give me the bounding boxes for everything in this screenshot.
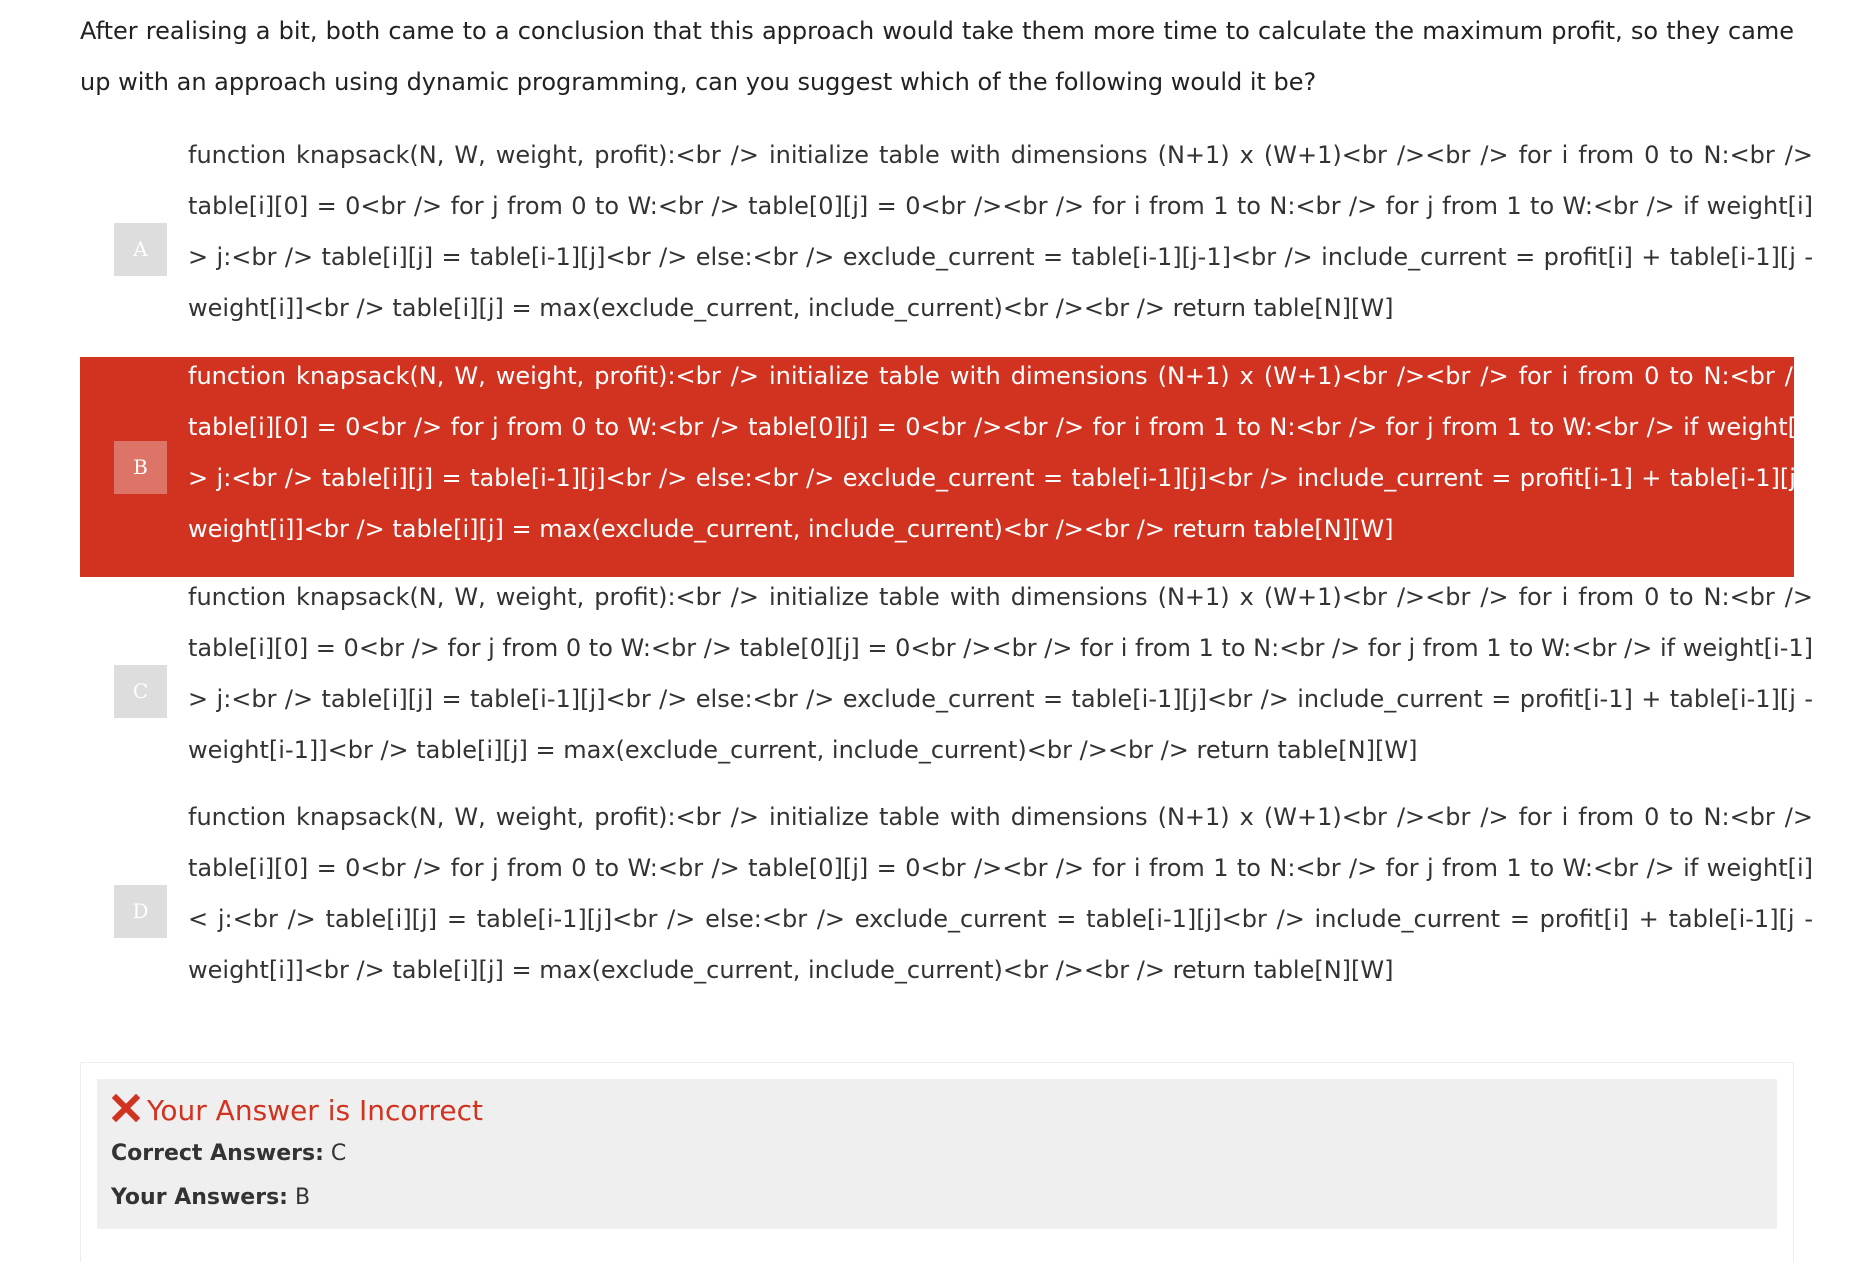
correct-answers-line: Correct Answers: C: [111, 1139, 346, 1169]
your-answers-label: Your Answers:: [111, 1185, 288, 1210]
option-letter-badge[interactable]: C: [114, 665, 167, 718]
option-a[interactable]: A function knapsack(N, W, weight, profit…: [80, 130, 1813, 350]
option-text[interactable]: function knapsack(N, W, weight, profit):…: [188, 572, 1813, 776]
option-d[interactable]: D function knapsack(N, W, weight, profit…: [80, 792, 1813, 1012]
option-b[interactable]: B function knapsack(N, W, weight, profit…: [80, 357, 1813, 577]
result-panel: Your Answer is Incorrect Correct Answers…: [80, 1062, 1794, 1262]
option-text[interactable]: function knapsack(N, W, weight, profit):…: [188, 351, 1813, 555]
option-text[interactable]: function knapsack(N, W, weight, profit):…: [188, 130, 1813, 334]
option-letter-badge[interactable]: B: [114, 441, 167, 494]
option-letter-badge[interactable]: D: [114, 885, 167, 938]
correct-answers-value: C: [330, 1141, 347, 1166]
option-text[interactable]: function knapsack(N, W, weight, profit):…: [188, 792, 1813, 996]
option-c[interactable]: C function knapsack(N, W, weight, profit…: [80, 572, 1813, 792]
option-letter-badge[interactable]: A: [114, 223, 167, 276]
close-x-icon: [111, 1093, 141, 1123]
result-box: Your Answer is Incorrect Correct Answers…: [97, 1079, 1777, 1229]
your-answers-line: Your Answers: B: [111, 1183, 310, 1213]
question-text: After realising a bit, both came to a co…: [80, 17, 1794, 96]
result-status: Your Answer is Incorrect: [111, 1091, 483, 1131]
correct-answers-label: Correct Answers:: [111, 1141, 324, 1166]
your-answers-value: B: [294, 1185, 311, 1210]
result-title: Your Answer is Incorrect: [147, 1094, 484, 1127]
